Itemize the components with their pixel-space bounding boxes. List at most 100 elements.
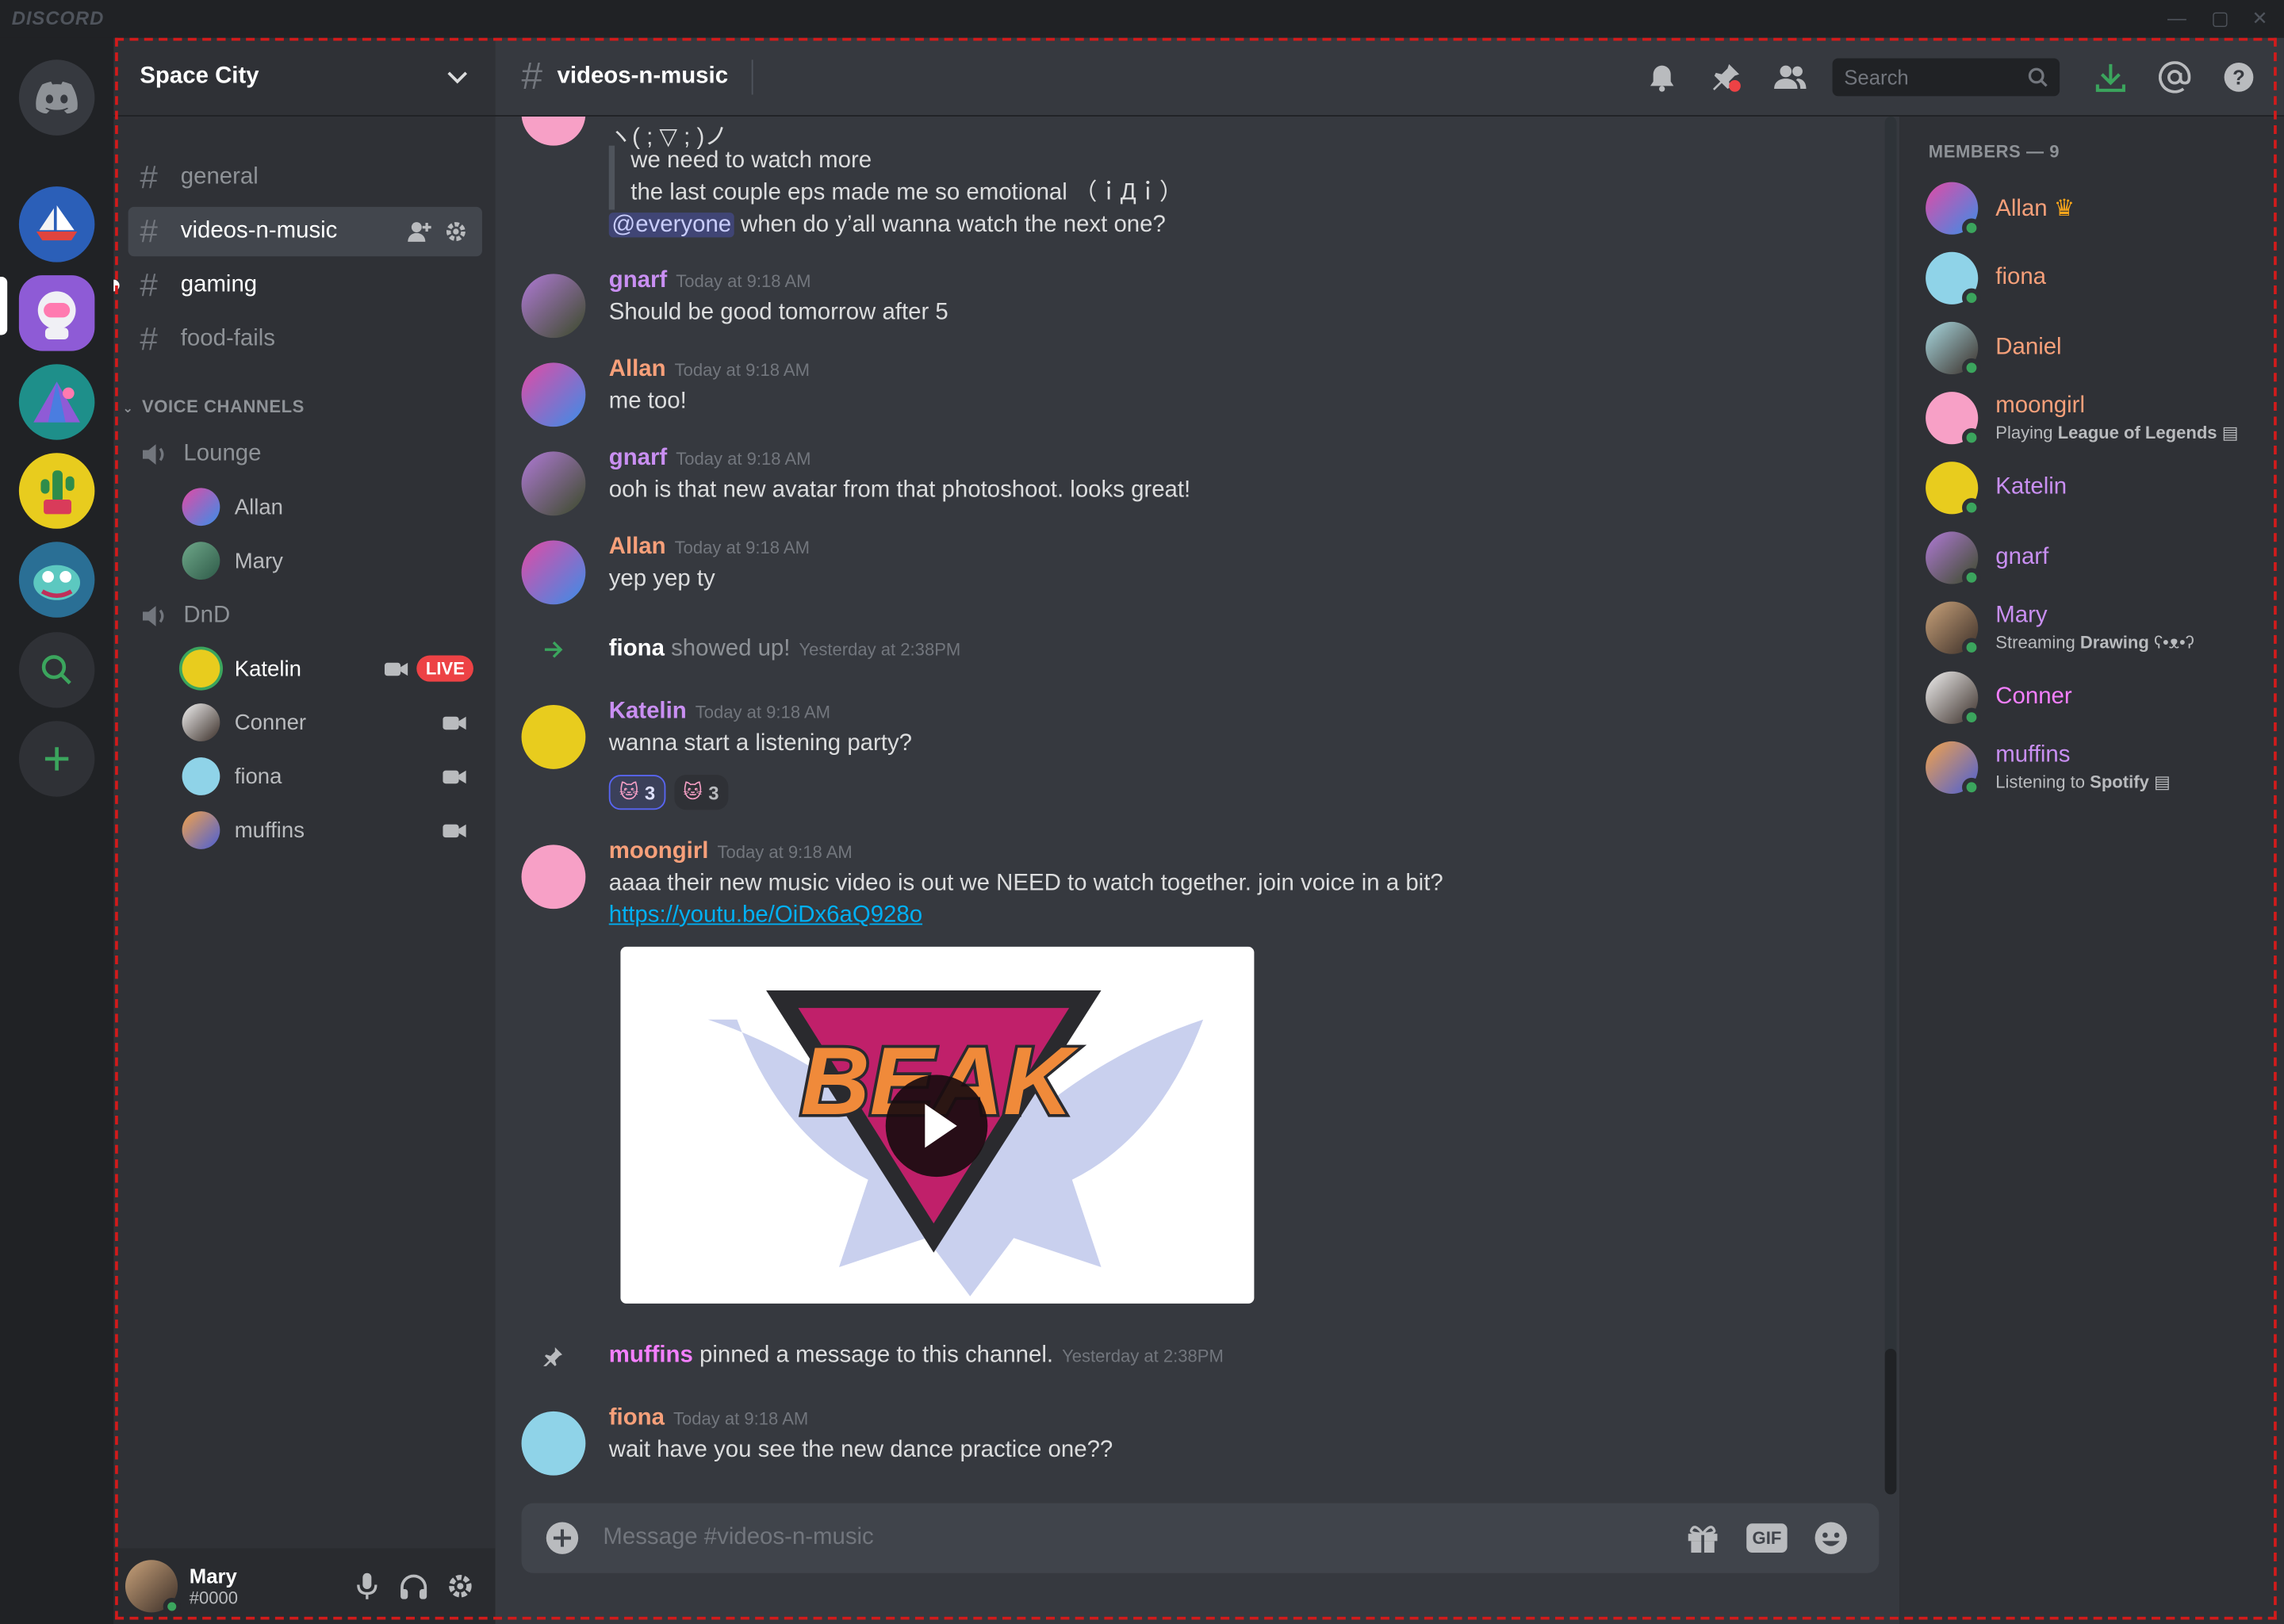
voice-user-conner[interactable]: Conner: [182, 701, 473, 745]
message-author[interactable]: gnarf: [609, 268, 667, 294]
message-author[interactable]: gnarf: [609, 446, 667, 472]
message-author[interactable]: Allan: [609, 534, 666, 561]
gear-icon[interactable]: [444, 220, 467, 243]
member-gnarf[interactable]: gnarf: [1926, 526, 2269, 590]
server-sailboat[interactable]: [18, 186, 95, 262]
member-daniel[interactable]: Daniel: [1926, 316, 2269, 381]
youtube-link[interactable]: https://youtu.be/OiDx6aQ928o: [609, 903, 922, 929]
notifications-button[interactable]: [1637, 52, 1686, 102]
member-name: Mary: [1995, 603, 2048, 628]
member-list-button[interactable]: [1765, 52, 1815, 102]
timestamp: Today at 9:18 AM: [695, 702, 831, 723]
voice-user-muffins[interactable]: muffins: [182, 808, 473, 852]
message-author[interactable]: Allan: [609, 357, 666, 383]
server-header[interactable]: Space City: [113, 38, 496, 117]
home-button[interactable]: [18, 59, 95, 136]
voice-user-name: Conner: [234, 710, 307, 735]
avatar[interactable]: [125, 1560, 181, 1616]
member-mary[interactable]: Mary Streaming Drawing ʕ•ᴥ•ʔ: [1926, 596, 2269, 660]
server-creature[interactable]: [18, 542, 95, 618]
invite-icon[interactable]: [406, 220, 432, 243]
deafen-button[interactable]: [390, 1563, 437, 1610]
gif-button[interactable]: GIF: [1742, 1513, 1792, 1562]
join-user[interactable]: fiona: [609, 637, 665, 661]
message-gnarf-1: gnarf Today at 9:18 AM Should be good tom…: [521, 268, 1876, 341]
voice-user-allan[interactable]: Allan: [182, 485, 473, 529]
download-button[interactable]: [2086, 52, 2135, 102]
member-fiona[interactable]: fiona: [1926, 246, 2269, 310]
member-moongirl[interactable]: moongirl Playing League of Legends ▤: [1926, 386, 2269, 450]
help-button[interactable]: ?: [2214, 52, 2263, 102]
channel-videos-n-music[interactable]: # videos-n-music: [128, 206, 482, 257]
voice-channel-dnd[interactable]: DnD: [140, 603, 230, 629]
server-space-city[interactable]: [18, 275, 95, 351]
online-status-icon: [1962, 707, 1981, 727]
message-katelin: Katelin Today at 9:18 AM wanna start a li…: [521, 699, 1876, 822]
avatar[interactable]: [521, 540, 586, 605]
scrollbar-thumb[interactable]: [1884, 1348, 1897, 1495]
reaction[interactable]: 🐱 3: [608, 775, 665, 810]
channel-gaming[interactable]: # gaming: [128, 261, 482, 310]
upload-button[interactable]: [545, 1513, 580, 1562]
reaction[interactable]: 🐱 3: [674, 775, 728, 810]
avatar[interactable]: [521, 451, 586, 516]
search-input[interactable]: Search: [1832, 58, 2060, 97]
voice-category[interactable]: ⌄ VOICE CHANNELS: [122, 396, 305, 417]
member-muffins[interactable]: muffins Listening to Spotify ▤: [1926, 736, 2269, 800]
discord-wordmark: DISCORD: [11, 7, 105, 29]
pin-user[interactable]: muffins: [609, 1343, 693, 1368]
user-identity[interactable]: Mary #0000: [190, 1565, 344, 1608]
voice-channel-lounge[interactable]: Lounge: [140, 442, 261, 468]
timestamp: Today at 9:18 AM: [676, 270, 811, 292]
voice-user-fiona[interactable]: fiona: [182, 754, 473, 798]
mute-button[interactable]: [343, 1563, 390, 1610]
gift-button[interactable]: [1678, 1513, 1727, 1562]
voice-user-mary[interactable]: Mary: [182, 539, 473, 583]
chat-scrollbar[interactable]: [1884, 116, 1897, 1495]
member-conner[interactable]: Conner: [1926, 665, 2269, 730]
close-icon[interactable]: ✕: [2252, 7, 2268, 30]
header-toolbar: Search ?: [1623, 52, 2263, 102]
avatar: [1926, 321, 1981, 377]
avatar[interactable]: [521, 705, 586, 769]
member-name: fiona: [1995, 265, 2047, 290]
mentions-button[interactable]: [2150, 52, 2199, 102]
emoji-button[interactable]: [1807, 1513, 1856, 1562]
video-embed[interactable]: BEAK: [620, 946, 1255, 1304]
message-text: @everyone when do y’all wanna watch the …: [608, 213, 1166, 239]
headphones-icon: [400, 1574, 427, 1599]
member-allan[interactable]: Allan ♛: [1926, 176, 2269, 240]
channel-food-fails[interactable]: # food-fails: [128, 315, 482, 364]
message-author[interactable]: Katelin: [609, 699, 687, 726]
avatar[interactable]: [521, 845, 586, 910]
minimize-icon[interactable]: —: [2167, 7, 2186, 29]
header-divider: [751, 59, 753, 94]
avatar[interactable]: [521, 362, 586, 427]
message-text: when do y’all wanna watch the next one?: [734, 213, 1166, 238]
rich-presence-icon: ▤: [2221, 422, 2239, 443]
member-activity: Playing League of Legends ▤: [1995, 422, 2239, 443]
voice-user-name: fiona: [234, 764, 282, 789]
explore-servers-button[interactable]: [18, 632, 95, 708]
voice-user-name: Allan: [234, 494, 283, 519]
avatar[interactable]: [521, 274, 586, 339]
speaker-icon: [142, 444, 164, 465]
message-input[interactable]: Message #videos-n-music: [603, 1525, 1663, 1551]
avatar: [1926, 182, 1981, 238]
avatar[interactable]: [521, 1411, 586, 1476]
channel-general[interactable]: # general: [128, 153, 482, 202]
pinned-messages-button[interactable]: [1701, 52, 1750, 102]
add-server-button[interactable]: [18, 721, 95, 797]
window-titlebar: DISCORD — ▢ ✕: [0, 0, 2284, 38]
user-settings-button[interactable]: [437, 1563, 484, 1610]
maximize-icon[interactable]: ▢: [2211, 7, 2229, 30]
voice-user-name: Katelin: [234, 656, 301, 681]
channel-name: videos-n-music: [180, 218, 338, 243]
message-author[interactable]: moongirl: [609, 839, 709, 865]
everyone-mention[interactable]: @everyone: [608, 213, 734, 237]
member-katelin[interactable]: Katelin: [1926, 456, 2269, 520]
voice-user-katelin[interactable]: Katelin LIVE: [182, 647, 473, 691]
server-cactus[interactable]: [18, 453, 95, 529]
server-pyramid[interactable]: [18, 364, 95, 440]
message-author[interactable]: fiona: [609, 1406, 665, 1432]
